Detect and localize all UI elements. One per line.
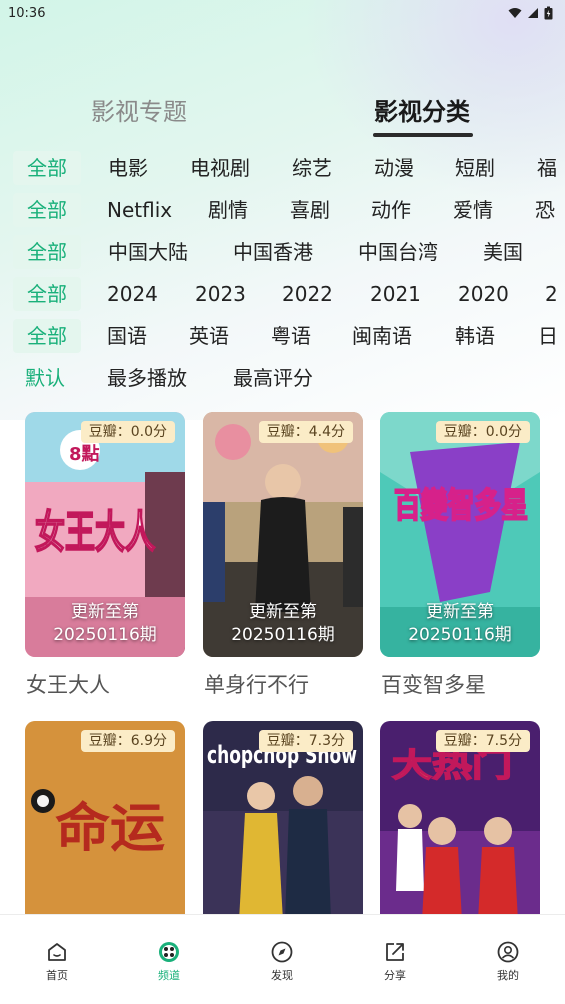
poster-image: 豆瓣：4.4分 更新至第 20250116期: [203, 412, 363, 657]
poster-logo-text: 命运: [55, 798, 165, 859]
poster-image: 女王大人 8點 豆瓣：0.0分 更新至第 20250116期: [25, 412, 185, 657]
chip-lang-english[interactable]: 英语: [189, 319, 229, 353]
channel-icon: [159, 942, 179, 962]
bottom-nav: 首页 频道 发现 分享 我的: [0, 914, 565, 1004]
chip-type-variety[interactable]: 综艺: [292, 151, 332, 185]
nav-channel-label: 频道: [158, 969, 180, 982]
rating-badge: 豆瓣：0.0分: [435, 421, 530, 443]
chip-genre-action[interactable]: 动作: [371, 193, 411, 227]
rating-badge: 豆瓣：7.5分: [435, 730, 530, 752]
chip-year-2023[interactable]: 2023: [195, 277, 246, 311]
update-line-1: 更新至第: [249, 602, 317, 622]
chip-region-usa[interactable]: 美国: [483, 235, 523, 269]
user-icon: [497, 941, 519, 963]
update-status: 更新至第 20250116期: [203, 601, 363, 647]
filter-row-year: 全部 2024 2023 2022 2021 2020 2: [0, 277, 565, 317]
chip-lang-all[interactable]: 全部: [13, 319, 81, 353]
home-icon: [48, 943, 66, 961]
update-status: 更新至第 20250116期: [25, 601, 185, 647]
nav-discover[interactable]: 发现: [247, 941, 317, 983]
filter-row-genre: 全部 Netflix 剧情 喜剧 动作 爱情 恐: [0, 193, 565, 233]
poster-logo-text: 百變智多星: [394, 486, 528, 526]
poster-image: 百變智多星 豆瓣：0.0分 更新至第 20250116期: [380, 412, 540, 657]
poster-tag-text: 8點: [69, 444, 100, 465]
chip-genre-netflix[interactable]: Netflix: [107, 193, 172, 227]
video-title[interactable]: 百变智多星: [381, 669, 486, 699]
nav-profile[interactable]: 我的: [473, 941, 543, 983]
chip-genre-all[interactable]: 全部: [13, 193, 81, 227]
chip-lang-mandarin[interactable]: 国语: [107, 319, 147, 353]
chip-region-all[interactable]: 全部: [13, 235, 81, 269]
chip-sort-top-rated[interactable]: 最高评分: [233, 361, 313, 395]
update-line-2: 20250116期: [53, 625, 157, 645]
chip-genre-comedy[interactable]: 喜剧: [290, 193, 330, 227]
nav-share[interactable]: 分享: [360, 941, 430, 983]
chip-year-2022[interactable]: 2022: [282, 277, 333, 311]
chip-type-movie[interactable]: 电影: [108, 151, 148, 185]
update-status: 更新至第 20250116期: [380, 601, 540, 647]
video-title[interactable]: 单身行不行: [204, 669, 309, 699]
compass-icon: [271, 941, 293, 963]
nav-home-label: 首页: [46, 969, 68, 982]
tab-film-categories[interactable]: 影视分类: [374, 92, 470, 127]
update-line-1: 更新至第: [426, 602, 494, 622]
chip-genre-drama[interactable]: 剧情: [208, 193, 248, 227]
chip-type-short-drama[interactable]: 短剧: [455, 151, 495, 185]
update-line-2: 20250116期: [231, 625, 335, 645]
update-line-1: 更新至第: [71, 602, 139, 622]
chip-sort-most-played[interactable]: 最多播放: [107, 361, 187, 395]
tab-film-topics[interactable]: 影视专题: [91, 92, 187, 127]
chip-type-all[interactable]: 全部: [13, 151, 81, 185]
battery-icon: [544, 6, 553, 20]
nav-share-label: 分享: [384, 969, 406, 982]
nav-channel[interactable]: 频道: [134, 941, 204, 983]
filter-row-sort: 默认 最多播放 最高评分: [0, 361, 565, 401]
chip-lang-japanese[interactable]: 日: [538, 319, 558, 353]
rating-badge: 豆瓣：7.3分: [258, 730, 353, 752]
update-line-2: 20250116期: [408, 625, 512, 645]
filter-row-language: 全部 国语 英语 粤语 闽南语 韩语 日: [0, 319, 565, 359]
rating-badge: 豆瓣：0.0分: [80, 421, 175, 443]
nav-home[interactable]: 首页: [22, 941, 92, 983]
rating-badge: 豆瓣：4.4分: [258, 421, 353, 443]
chip-region-taiwan[interactable]: 中国台湾: [358, 235, 438, 269]
nav-discover-label: 发现: [271, 969, 293, 982]
chip-year-2021[interactable]: 2021: [370, 277, 421, 311]
video-title[interactable]: 女王大人: [26, 669, 110, 699]
chip-lang-korean[interactable]: 韩语: [455, 319, 495, 353]
poster-logo-text: 女王大人: [35, 507, 155, 558]
share-icon: [386, 943, 404, 961]
chip-year-2020[interactable]: 2020: [458, 277, 509, 311]
chip-region-hongkong[interactable]: 中国香港: [233, 235, 313, 269]
chip-sort-default[interactable]: 默认: [25, 361, 65, 395]
filter-row-region: 全部 中国大陆 中国香港 中国台湾 美国: [0, 235, 565, 275]
signal-icon: [528, 8, 538, 18]
nav-profile-label: 我的: [497, 969, 519, 982]
filter-row-type: 全部 电影 电视剧 综艺 动漫 短剧 福: [0, 151, 565, 191]
rating-badge: 豆瓣：6.9分: [80, 730, 175, 752]
wifi-icon: [508, 8, 522, 18]
chip-year-2019[interactable]: 2: [545, 277, 558, 311]
top-tabs: 影视专题 影视分类: [0, 92, 565, 142]
chip-region-mainland[interactable]: 中国大陆: [108, 235, 188, 269]
status-bar: 10:36: [0, 0, 565, 26]
status-icons: [508, 6, 553, 20]
chip-type-anime[interactable]: 动漫: [374, 151, 414, 185]
chip-genre-romance[interactable]: 爱情: [453, 193, 493, 227]
tab-active-indicator: [373, 133, 473, 137]
chip-lang-minnan[interactable]: 闽南语: [352, 319, 412, 353]
chip-genre-horror[interactable]: 恐: [535, 193, 555, 227]
chip-lang-cantonese[interactable]: 粤语: [271, 319, 311, 353]
status-time: 10:36: [8, 5, 46, 21]
chip-year-2024[interactable]: 2024: [107, 277, 158, 311]
chip-year-all[interactable]: 全部: [13, 277, 81, 311]
chip-type-tv-series[interactable]: 电视剧: [190, 151, 250, 185]
chip-type-welfare[interactable]: 福: [537, 151, 557, 185]
